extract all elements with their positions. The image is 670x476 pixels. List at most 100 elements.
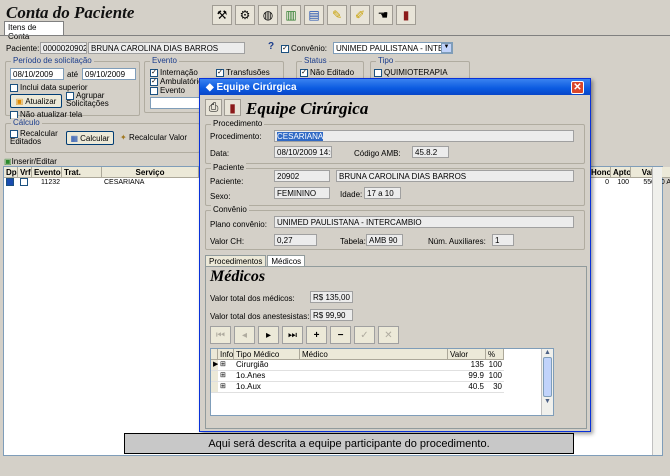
idade-field[interactable]: 17 a 10 bbox=[364, 187, 401, 199]
evento-evento[interactable]: Evento bbox=[150, 86, 185, 95]
paciente-name-field[interactable]: BRUNA CAROLINA DIAS BARROS bbox=[336, 170, 574, 182]
expand-icon[interactable]: ⊞ bbox=[218, 371, 234, 381]
convenio-check[interactable]: ✓ Convênio: bbox=[281, 44, 327, 53]
col-servico[interactable]: Serviço bbox=[102, 167, 199, 178]
col-apto[interactable]: Apto bbox=[611, 167, 631, 178]
col-honor[interactable]: Honor bbox=[589, 167, 611, 178]
atualizar-button[interactable]: ▣ Atualizar bbox=[10, 94, 62, 108]
close-icon[interactable]: ✕ bbox=[571, 80, 584, 94]
tabela-field[interactable]: AMB 90 bbox=[366, 234, 403, 246]
status-nao-editado[interactable]: ✓ Não Editado bbox=[300, 68, 354, 77]
last-record-icon[interactable]: ⏭ bbox=[282, 326, 303, 344]
tools-icon[interactable]: ⚒ bbox=[212, 5, 232, 25]
col-trat[interactable]: Trat. bbox=[62, 167, 102, 178]
scroll-down-icon[interactable]: ▼ bbox=[542, 398, 553, 405]
total-medicos-field[interactable]: R$ 135,00 bbox=[310, 291, 353, 303]
date-from-field[interactable]: 08/10/2009 bbox=[10, 68, 64, 80]
medicos-scrollbar[interactable]: ▲ ▼ bbox=[541, 349, 553, 415]
col-valor[interactable]: Valor bbox=[448, 349, 486, 360]
chevron-down-icon[interactable]: ▼ bbox=[441, 43, 452, 53]
transfusoes-label: Transfusões bbox=[226, 68, 270, 77]
insert-record-icon[interactable]: + bbox=[306, 326, 327, 344]
first-record-icon[interactable]: ⏮ bbox=[210, 326, 231, 344]
globe-icon[interactable]: ◍ bbox=[258, 5, 278, 25]
hand-icon[interactable]: ☚ bbox=[373, 5, 393, 25]
col-dpz[interactable]: Dpz bbox=[4, 167, 18, 178]
patient-label: Paciente: bbox=[6, 44, 40, 53]
notes-icon[interactable]: ✎ bbox=[327, 5, 347, 25]
amb-field[interactable]: 45.8.2 bbox=[412, 146, 449, 158]
transfusoes-checkbox[interactable]: ✓ bbox=[216, 68, 224, 77]
sexo-field[interactable]: FEMININO bbox=[274, 187, 330, 199]
incluir-checkbox[interactable] bbox=[10, 83, 18, 92]
data-field[interactable]: 08/10/2009 14:5 bbox=[274, 146, 332, 158]
note2-icon[interactable]: ✐ bbox=[350, 5, 370, 25]
medico-cell[interactable] bbox=[300, 371, 448, 381]
evento-field[interactable] bbox=[150, 97, 200, 109]
medico-cell[interactable] bbox=[300, 382, 448, 392]
cancel-record-icon[interactable]: ✕ bbox=[378, 326, 399, 344]
ch-field[interactable]: 0,27 bbox=[274, 234, 317, 246]
plano-field[interactable]: UNIMED PAULISTANA - INTERCAMBIO bbox=[274, 216, 574, 228]
table-row[interactable]: ⊞ 1o.Aux 40.5 30 bbox=[211, 382, 504, 393]
medicos-rows: ▶ ⊞ Cirurgião 135 100 ⊞ 1o.Anes 99.9 100… bbox=[211, 360, 504, 393]
book-icon[interactable]: ▮ bbox=[396, 5, 416, 25]
patient-name-field[interactable]: BRUNA CAROLINA DIAS BARROS bbox=[88, 42, 245, 54]
table-row[interactable]: ▶ ⊞ Cirurgião 135 100 bbox=[211, 360, 504, 371]
gears-icon[interactable]: ⚙ bbox=[235, 5, 255, 25]
ambulatorio-checkbox[interactable]: ✓ bbox=[150, 77, 158, 86]
chart-icon[interactable]: ▥ bbox=[281, 5, 301, 25]
patient-code-field[interactable]: 0000020902 bbox=[40, 42, 87, 54]
medico-cell[interactable] bbox=[300, 360, 448, 370]
recalcular-valor-button[interactable]: ✦ Recalcular Valor bbox=[120, 133, 187, 142]
internacao-checkbox[interactable]: ✓ bbox=[150, 68, 158, 77]
expand-icon[interactable]: ⊞ bbox=[218, 382, 234, 392]
col-valor[interactable]: Valor bbox=[631, 167, 670, 178]
table-row[interactable]: 11232 CESARIANA bbox=[4, 178, 199, 188]
col-evento[interactable]: Evento bbox=[32, 167, 62, 178]
evento-checkbox[interactable] bbox=[150, 86, 158, 95]
procedimento-field[interactable]: CESARIANA bbox=[274, 130, 574, 142]
calcular-button[interactable]: ▦ Calcular bbox=[66, 131, 114, 145]
quimioterapia-checkbox[interactable] bbox=[374, 68, 382, 77]
col-vrf[interactable]: Vrf bbox=[18, 167, 32, 178]
scroll-thumb[interactable] bbox=[543, 357, 552, 397]
evento-internacao[interactable]: ✓ Internação bbox=[150, 68, 198, 77]
exit-icon[interactable]: ▮ bbox=[224, 99, 241, 116]
printer-icon[interactable]: ⎙ bbox=[205, 99, 222, 116]
total-medicos-label: Valor total dos médicos: bbox=[210, 294, 295, 303]
table-row[interactable]: ⊞ 1o.Anes 99.9 100 bbox=[211, 371, 504, 382]
agrupar-check[interactable]: Agrupar Solicitações bbox=[66, 92, 136, 108]
recalcular-editados-check[interactable]: Recalcular Editados bbox=[10, 130, 58, 146]
scroll-up-icon[interactable]: ▲ bbox=[542, 349, 553, 356]
equipe-cirurgica-dialog: ◆ Equipe Cirúrgica ✕ ⎙ ▮ Equipe Cirúrgic… bbox=[199, 78, 591, 432]
total-anest-field[interactable]: R$ 99,90 bbox=[310, 309, 353, 321]
vrf-checkbox[interactable] bbox=[20, 178, 28, 187]
post-record-icon[interactable]: ✓ bbox=[354, 326, 375, 344]
next-record-icon[interactable]: ▸ bbox=[258, 326, 279, 344]
convenio-select[interactable]: UNIMED PAULISTANA - INTE bbox=[333, 42, 453, 54]
dpz-checkbox[interactable] bbox=[6, 178, 14, 187]
date-to-field[interactable]: 09/10/2009 bbox=[82, 68, 136, 80]
inserir-editar-button[interactable]: ▣Inserir/Editar bbox=[4, 157, 57, 166]
evento-ambulatorio[interactable]: ✓ Ambulatório bbox=[150, 77, 203, 86]
col-info[interactable]: Info bbox=[218, 349, 234, 360]
grid-scrollbar[interactable] bbox=[652, 167, 662, 455]
convenio-checkbox[interactable]: ✓ bbox=[281, 44, 289, 53]
evento-transfusoes[interactable]: ✓ Transfusões bbox=[216, 68, 270, 77]
prior-record-icon[interactable]: ◂ bbox=[234, 326, 255, 344]
expand-icon[interactable]: ⊞ bbox=[218, 360, 234, 370]
tab-itens-de-conta[interactable]: Itens de Conta bbox=[4, 21, 64, 41]
vrf-cell[interactable] bbox=[18, 178, 32, 188]
help-button[interactable]: ? bbox=[265, 41, 277, 54]
dpz-cell[interactable] bbox=[4, 178, 18, 188]
paciente-code-field[interactable]: 20902 bbox=[274, 170, 330, 182]
window-icon[interactable]: ▤ bbox=[304, 5, 324, 25]
tipo-quimioterapia[interactable]: QUIMIOTERAPIA bbox=[374, 68, 448, 77]
aux-field[interactable]: 1 bbox=[492, 234, 514, 246]
col-pct[interactable]: % bbox=[486, 349, 504, 360]
nao-editado-checkbox[interactable]: ✓ bbox=[300, 68, 308, 77]
col-tipo-medico[interactable]: Tipo Médico bbox=[234, 349, 300, 360]
delete-record-icon[interactable]: − bbox=[330, 326, 351, 344]
col-medico[interactable]: Médico bbox=[300, 349, 448, 360]
